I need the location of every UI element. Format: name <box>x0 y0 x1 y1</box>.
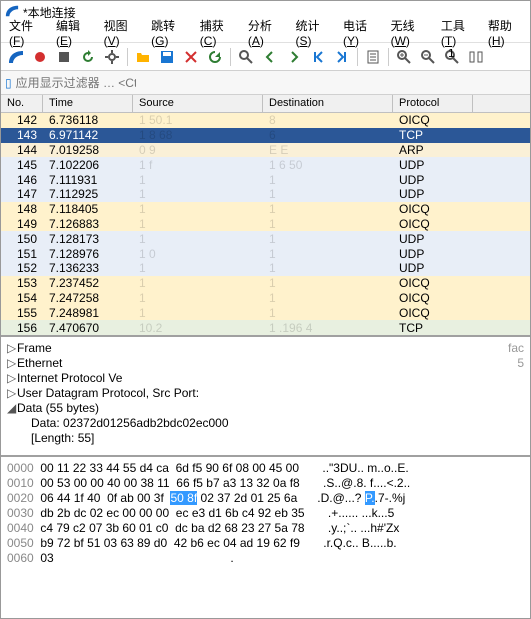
find-icon[interactable] <box>235 46 257 68</box>
fin-icon[interactable] <box>5 46 27 68</box>
hex-row[interactable]: 0010 00 53 00 00 40 00 38 11 66 f5 b7 a3… <box>7 476 524 491</box>
packet-list[interactable]: 1426.7361181 50.1 8OICQ1436.9711421 8 68… <box>1 113 530 335</box>
col-time[interactable]: Time <box>43 95 133 112</box>
menu-bar: 文件(F)编辑(E)视图(V)跳转(G)捕获(C)分析(A)统计(S)电话(Y)… <box>1 23 530 43</box>
tree-node[interactable]: ▷Framefac <box>7 341 524 356</box>
tree-node[interactable]: ◢Data (55 bytes) <box>7 401 524 416</box>
table-row[interactable]: 1507.12817311UDP <box>1 231 530 246</box>
refresh-icon[interactable] <box>204 46 226 68</box>
arrow-right-icon[interactable] <box>283 46 305 68</box>
tree-node[interactable]: ▷User Datagram Protocol, Src Port: <box>7 386 524 401</box>
restart-icon[interactable] <box>77 46 99 68</box>
autoscroll-icon[interactable] <box>362 46 384 68</box>
table-row[interactable]: 1547.24725811OICQ <box>1 291 530 306</box>
hex-row[interactable]: 0040 c4 79 c2 07 3b 60 01 c0 dc ba d2 68… <box>7 521 524 536</box>
menu-h[interactable]: 帮助(H) <box>482 15 528 50</box>
go-first-icon[interactable] <box>307 46 329 68</box>
hex-row[interactable]: 0030 db 2b dc 02 ec 00 00 00 ec e3 d1 6b… <box>7 506 524 521</box>
col-no[interactable]: No. <box>1 95 43 112</box>
go-last-icon[interactable] <box>331 46 353 68</box>
folder-icon[interactable] <box>132 46 154 68</box>
save-icon[interactable] <box>156 46 178 68</box>
zoom-in-icon[interactable] <box>393 46 415 68</box>
col-source[interactable]: Source <box>133 95 263 112</box>
table-row[interactable]: 1426.7361181 50.1 8OICQ <box>1 113 530 128</box>
gear-icon[interactable] <box>101 46 123 68</box>
table-row[interactable]: 1517.1289761 01UDP <box>1 246 530 261</box>
tree-node[interactable]: ▷Internet Protocol Ve <box>7 371 524 386</box>
table-row[interactable]: 1557.24898111OICQ <box>1 305 530 320</box>
col-destination[interactable]: Destination <box>263 95 393 112</box>
table-row[interactable]: 1467.11193111UDP <box>1 172 530 187</box>
square-icon[interactable] <box>53 46 75 68</box>
close-icon[interactable] <box>180 46 202 68</box>
packet-list-header: No. Time Source Destination Protocol <box>1 95 530 113</box>
tree-node[interactable]: ▷Ethernet 5 <box>7 356 524 371</box>
hex-row[interactable]: 0050 b9 72 bf 51 03 63 89 d0 42 b6 ec 04… <box>7 536 524 551</box>
table-row[interactable]: 1567.47067010.21 .196 4TCP <box>1 320 530 335</box>
filter-bar: ▯ <box>1 71 530 95</box>
table-row[interactable]: 1477.11292511UDP <box>1 187 530 202</box>
resize-cols-icon[interactable] <box>465 46 487 68</box>
hex-row[interactable]: 0000 00 11 22 33 44 55 d4 ca 6d f5 90 6f… <box>7 461 524 476</box>
table-row[interactable]: 1497.12688311OICQ <box>1 217 530 232</box>
display-filter-input[interactable] <box>16 76 136 90</box>
hex-row[interactable]: 0020 06 44 1f 40 0f ab 00 3f 50 8f 02 37… <box>7 491 524 506</box>
table-row[interactable]: 1447.0192580 9E EARP <box>1 143 530 158</box>
toolbar: 1 <box>1 43 530 71</box>
zoom-reset-icon[interactable]: 1 <box>441 46 463 68</box>
svg-text:1: 1 <box>448 49 455 60</box>
tree-leaf[interactable]: Data: 02372d01256adb2bdc02ec000 <box>7 416 524 431</box>
tree-leaf[interactable]: [Length: 55] <box>7 431 524 446</box>
table-row[interactable]: 1527.13623311UDP <box>1 261 530 276</box>
table-row[interactable]: 1436.9711421 8 68 6TCP <box>1 128 530 143</box>
arrow-left-icon[interactable] <box>259 46 281 68</box>
zoom-out-icon[interactable] <box>417 46 439 68</box>
table-row[interactable]: 1537.23745211OICQ <box>1 276 530 291</box>
col-protocol[interactable]: Protocol <box>393 95 473 112</box>
table-row[interactable]: 1457.1022061 f1 6 50UDP <box>1 157 530 172</box>
packet-details[interactable]: ▷Framefac▷Ethernet 5▷Internet Protocol V… <box>1 335 530 455</box>
table-row[interactable]: 1487.11840511OICQ <box>1 202 530 217</box>
hex-row[interactable]: 0060 03 . <box>7 551 524 566</box>
bookmark-icon[interactable]: ▯ <box>5 76 12 90</box>
packet-bytes[interactable]: 0000 00 11 22 33 44 55 d4 ca 6d f5 90 6f… <box>1 455 530 570</box>
circle-red-icon[interactable] <box>29 46 51 68</box>
